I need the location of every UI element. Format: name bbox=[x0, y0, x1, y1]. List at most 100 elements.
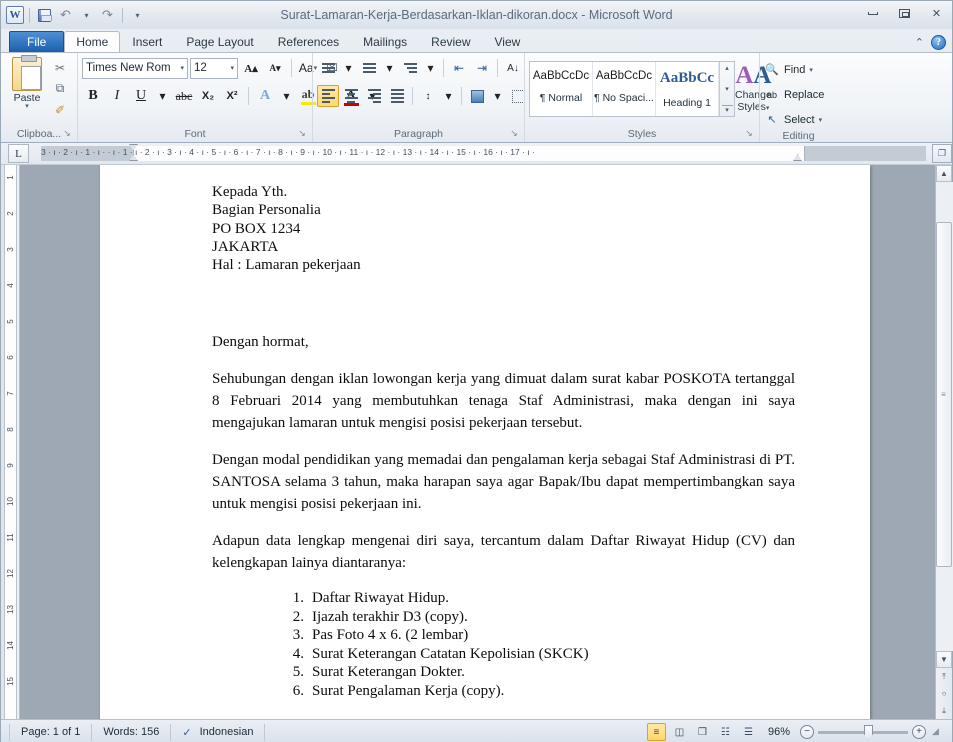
next-page-button[interactable]: ⤓ bbox=[936, 702, 952, 719]
align-center-button[interactable] bbox=[340, 85, 362, 107]
previous-page-button[interactable]: ⤒ bbox=[936, 668, 952, 685]
view-web-layout-button[interactable]: ❒ bbox=[693, 723, 712, 741]
paragraph-dialog-launcher[interactable]: ↘ bbox=[509, 128, 519, 138]
align-left-button[interactable] bbox=[317, 85, 339, 107]
strikethrough-button[interactable]: abc bbox=[173, 85, 195, 107]
increase-indent-button[interactable]: ⇥ bbox=[471, 57, 493, 79]
styles-dialog-launcher[interactable]: ↘ bbox=[744, 128, 754, 138]
tab-mailings[interactable]: Mailings bbox=[351, 31, 419, 52]
style-item-heading-1[interactable]: AaBbCс Heading 1 bbox=[656, 62, 719, 116]
grow-font-button[interactable]: A▴ bbox=[240, 57, 262, 79]
underline-button[interactable]: U bbox=[130, 85, 152, 107]
zoom-in-button[interactable]: + bbox=[912, 725, 926, 739]
save-button[interactable] bbox=[35, 6, 54, 25]
scrollbar-track[interactable]: ≡ bbox=[935, 182, 953, 651]
text-effects-dropdown-icon[interactable]: ▾ bbox=[278, 85, 295, 107]
font-size-combobox[interactable]: 12 ▾ bbox=[190, 57, 238, 79]
font-name-combobox[interactable]: Times New Rom ▾ bbox=[82, 57, 188, 79]
resize-grip-icon[interactable]: ◢ bbox=[932, 726, 944, 738]
restore-button[interactable] bbox=[893, 5, 916, 22]
styles-more-icon[interactable]: ▾ bbox=[721, 105, 733, 114]
tab-view[interactable]: View bbox=[483, 31, 533, 52]
clipboard-dialog-launcher[interactable]: ↘ bbox=[62, 128, 72, 138]
shading-dropdown-icon[interactable]: ▾ bbox=[489, 85, 506, 107]
paste-dropdown-icon[interactable]: ▾ bbox=[5, 103, 49, 110]
list-item: 1. Daftar Riwayat Hidup. bbox=[292, 590, 450, 607]
tab-review[interactable]: Review bbox=[419, 31, 482, 52]
scrollbar-thumb[interactable]: ≡ bbox=[935, 222, 952, 567]
copy-icon[interactable]: ⧉ bbox=[51, 80, 69, 97]
style-item-no-spacing[interactable]: AaBbCcDc ¶ No Spaci... bbox=[593, 62, 656, 116]
bullets-dropdown-icon[interactable]: ▾ bbox=[340, 57, 357, 79]
zoom-slider-thumb[interactable] bbox=[864, 724, 873, 740]
styles-gallery-scrollbar[interactable]: ▴ ▾ ▾ bbox=[719, 62, 734, 116]
view-full-screen-reading-button[interactable]: ◫ bbox=[670, 723, 689, 741]
help-icon[interactable]: ? bbox=[931, 35, 946, 50]
multilevel-dropdown-icon[interactable]: ▾ bbox=[422, 57, 439, 79]
customize-qat-dropdown-icon[interactable]: ▾ bbox=[128, 6, 147, 25]
zoom-slider[interactable] bbox=[818, 724, 908, 740]
italic-button[interactable]: I bbox=[106, 85, 128, 107]
select-browse-object-button[interactable]: ○ bbox=[936, 685, 952, 702]
align-right-button[interactable] bbox=[363, 85, 385, 107]
numbering-button[interactable] bbox=[358, 57, 380, 79]
superscript-button[interactable]: X² bbox=[221, 85, 243, 107]
format-painter-icon[interactable]: ✐ bbox=[51, 101, 69, 118]
shading-button[interactable] bbox=[466, 85, 488, 107]
replace-icon: ab bbox=[766, 89, 777, 100]
document-body[interactable]: Kepada Yth. Bagian Personalia PO BOX 123… bbox=[100, 165, 870, 719]
redo-button[interactable]: ↷ bbox=[98, 6, 117, 25]
undo-button[interactable]: ↶ bbox=[56, 6, 75, 25]
font-dialog-launcher[interactable]: ↘ bbox=[297, 128, 307, 138]
word-logo-icon[interactable]: W bbox=[6, 6, 24, 24]
document-page[interactable]: Kepada Yth. Bagian Personalia PO BOX 123… bbox=[100, 165, 870, 719]
tab-page-layout[interactable]: Page Layout bbox=[174, 31, 265, 52]
page-indicator[interactable]: Page: 1 of 1 bbox=[9, 723, 93, 741]
numbering-dropdown-icon[interactable]: ▾ bbox=[381, 57, 398, 79]
cut-icon[interactable]: ✂ bbox=[51, 59, 69, 76]
style-item-normal[interactable]: AaBbCcDc ¶ Normal bbox=[530, 62, 593, 116]
vertical-scrollbar[interactable]: ▲ ≡ ▼ ⤒ ○ ⤓ bbox=[935, 165, 953, 719]
horizontal-ruler[interactable]: 3 · ı · 2 · ı · 1 · ı · · ı · 1 · ı · 2 … bbox=[41, 144, 926, 161]
subscript-button[interactable]: X₂ bbox=[197, 85, 219, 107]
sort-button[interactable]: A↓ bbox=[502, 57, 524, 79]
paste-button[interactable]: Paste ▾ bbox=[5, 55, 49, 118]
close-button[interactable]: ✕ bbox=[925, 5, 948, 22]
view-print-layout-button[interactable]: ≡ bbox=[646, 723, 666, 741]
select-button[interactable]: ↖ Select ▾ bbox=[764, 109, 822, 130]
find-button[interactable]: 🔍 Find ▾ bbox=[764, 59, 813, 80]
styles-scroll-down-icon[interactable]: ▾ bbox=[725, 85, 729, 93]
bullets-button[interactable] bbox=[317, 57, 339, 79]
zoom-level-label[interactable]: 96% bbox=[762, 726, 796, 738]
multilevel-list-button[interactable] bbox=[399, 57, 421, 79]
text-effects-button[interactable]: A bbox=[254, 85, 276, 107]
minimize-button[interactable] bbox=[861, 5, 884, 22]
underline-dropdown-icon[interactable]: ▾ bbox=[154, 85, 171, 107]
collapse-ribbon-icon[interactable]: ⌃ bbox=[915, 36, 924, 49]
document-canvas[interactable]: Kepada Yth. Bagian Personalia PO BOX 123… bbox=[20, 165, 935, 719]
tab-insert[interactable]: Insert bbox=[120, 31, 174, 52]
line-spacing-button[interactable]: ↕ bbox=[417, 85, 439, 107]
language-indicator[interactable]: ✓ Indonesian bbox=[171, 723, 266, 741]
shrink-font-button[interactable]: A▾ bbox=[264, 57, 286, 79]
chevron-down-icon: ▾ bbox=[818, 116, 823, 124]
scroll-down-button[interactable]: ▼ bbox=[936, 651, 952, 668]
ruler-toggle-button[interactable]: ❐ bbox=[932, 144, 952, 163]
tab-references[interactable]: References bbox=[266, 31, 351, 52]
justify-button[interactable] bbox=[386, 85, 408, 107]
list-item: 4. Surat Keterangan Catatan Kepolisian (S… bbox=[292, 645, 589, 662]
zoom-out-button[interactable]: − bbox=[800, 725, 814, 739]
replace-button[interactable]: ab Replace bbox=[764, 84, 824, 105]
view-outline-button[interactable]: ☷ bbox=[716, 723, 735, 741]
decrease-indent-button[interactable]: ⇤ bbox=[448, 57, 470, 79]
undo-dropdown-icon[interactable]: ▾ bbox=[77, 6, 96, 25]
tab-stop-selector[interactable]: L bbox=[8, 144, 29, 163]
word-count[interactable]: Words: 156 bbox=[92, 723, 172, 741]
bold-button[interactable]: B bbox=[82, 85, 104, 107]
scroll-up-button[interactable]: ▲ bbox=[936, 165, 952, 182]
view-draft-button[interactable]: ☰ bbox=[739, 723, 758, 741]
line-spacing-dropdown-icon[interactable]: ▾ bbox=[440, 85, 457, 107]
tab-file[interactable]: File bbox=[9, 31, 65, 52]
styles-scroll-up-icon[interactable]: ▴ bbox=[725, 64, 729, 72]
tab-home[interactable]: Home bbox=[64, 31, 121, 52]
